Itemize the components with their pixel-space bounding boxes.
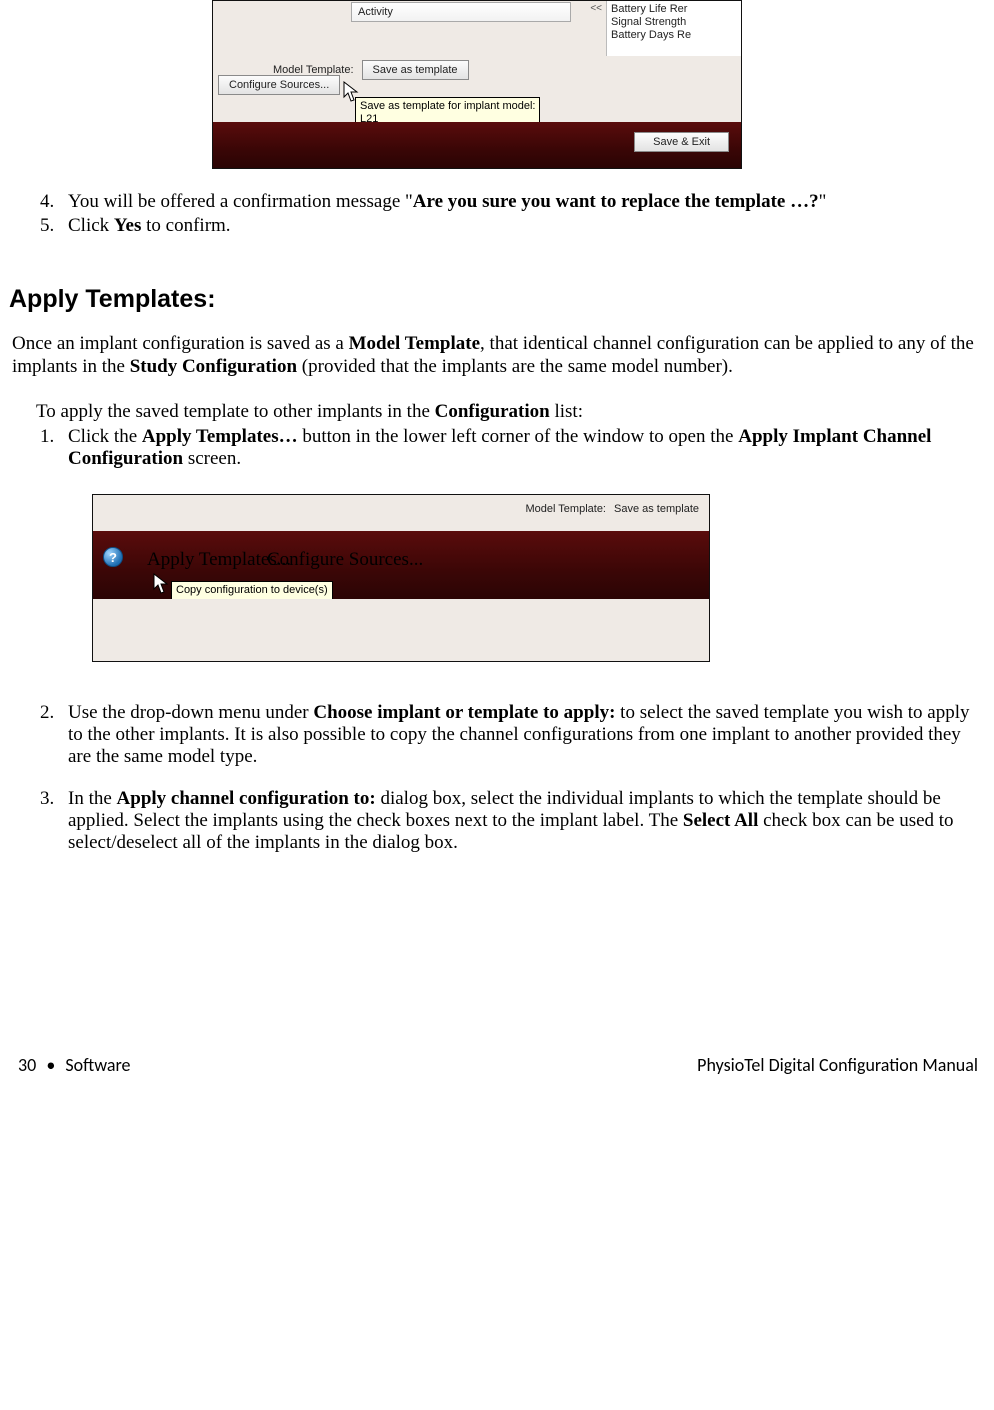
list-item: Battery Days Re bbox=[611, 29, 737, 42]
available-list: Battery Life Rer Signal Strength Battery… bbox=[606, 1, 741, 56]
configure-sources-button[interactable]: Configure Sources... bbox=[255, 545, 435, 575]
lead-line: To apply the saved template to other imp… bbox=[36, 400, 988, 423]
model-template-label: Model Template: bbox=[525, 503, 606, 515]
page-number: 30 bbox=[18, 1054, 36, 1076]
footer-section: Software bbox=[65, 1054, 130, 1076]
ordered-list: 2. Use the drop-down menu under Choose i… bbox=[40, 702, 988, 854]
save-as-template-button[interactable]: Save as template bbox=[362, 60, 469, 80]
activity-field: Activity bbox=[351, 2, 571, 22]
page-footer: 30 • Software PhysioTel Digital Configur… bbox=[12, 1054, 988, 1090]
apply-templates-tooltip: Copy configuration to device(s) bbox=[171, 581, 333, 600]
footer-title: PhysioTel Digital Configuration Manual bbox=[697, 1054, 978, 1076]
screenshot-save-as-template: Activity << Battery Life Rer Signal Stre… bbox=[212, 0, 742, 169]
heading-apply-templates: Apply Templates: bbox=[9, 285, 988, 314]
arrows-icon: << bbox=[590, 3, 602, 14]
list-item: 4. You will be offered a confirmation me… bbox=[40, 191, 988, 213]
list-item: Battery Life Rer bbox=[611, 3, 737, 16]
help-icon[interactable]: ? bbox=[103, 547, 123, 567]
save-exit-button[interactable]: Save & Exit bbox=[634, 132, 729, 152]
list-item: Signal Strength bbox=[611, 16, 737, 29]
list-item: 3. In the Apply channel configuration to… bbox=[40, 788, 988, 854]
save-as-template-button[interactable]: Save as template bbox=[614, 503, 699, 515]
configure-sources-button[interactable]: Configure Sources... bbox=[218, 75, 340, 95]
bullet-icon: • bbox=[40, 1054, 61, 1076]
ordered-list: 1. Click the Apply Templates… button in … bbox=[40, 426, 988, 470]
list-item: 1. Click the Apply Templates… button in … bbox=[40, 426, 988, 470]
paragraph: Once an implant configuration is saved a… bbox=[12, 332, 988, 378]
ordered-list: 4. You will be offered a confirmation me… bbox=[40, 191, 988, 237]
screenshot-apply-templates: Model Template: Save as template ? Apply… bbox=[92, 494, 710, 662]
list-item: 5. Click Yes to confirm. bbox=[40, 215, 988, 237]
list-item: 2. Use the drop-down menu under Choose i… bbox=[40, 702, 988, 768]
